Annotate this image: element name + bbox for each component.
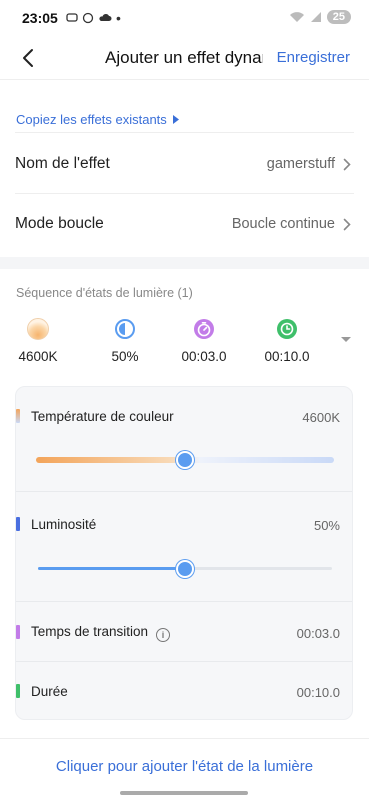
section-separator <box>0 257 369 269</box>
summary-transition-time: 00:03.0 <box>174 318 234 364</box>
transition-time-icon <box>194 319 214 339</box>
chevron-right-icon <box>343 218 351 230</box>
status-right: 25 <box>289 10 351 24</box>
transition-time-label-wrap: Temps de transition i <box>31 624 171 642</box>
notification-icons: • <box>66 10 121 26</box>
copy-effects-label: Copiez les effets existants <box>16 112 167 127</box>
summary-brightness: 50% <box>95 318 155 364</box>
whatsapp-icon <box>82 12 94 24</box>
summary-value: 50% <box>111 349 139 364</box>
summary-value: 00:10.0 <box>264 349 310 364</box>
brightness-row: Luminosité 50% <box>16 492 352 602</box>
dropdown-caret-icon[interactable] <box>339 332 353 346</box>
brightness-slider-thumb[interactable] <box>176 560 194 578</box>
color-temperature-value: 4600K <box>302 410 340 425</box>
color-temperature-row: Température de couleur 4600K <box>16 387 352 491</box>
transition-time-row[interactable]: Temps de transition i 00:03.0 <box>16 602 352 662</box>
loop-mode-label: Mode boucle <box>15 215 104 232</box>
chevron-left-icon <box>23 49 33 67</box>
battery-indicator: 25 <box>326 10 351 24</box>
duration-accent <box>16 684 20 698</box>
summary-value: 00:03.0 <box>181 349 227 364</box>
brightness-icon <box>115 319 135 339</box>
brightness-label: Luminosité <box>31 517 97 532</box>
duration-label: Durée <box>31 684 68 699</box>
loop-mode-value-wrap: Boucle continue <box>232 216 351 232</box>
brightness-value: 50% <box>313 518 340 533</box>
add-light-state-button[interactable]: Cliquer pour ajouter l'état de la lumièr… <box>0 758 369 775</box>
divider <box>15 132 354 133</box>
color-temperature-accent <box>16 409 20 423</box>
home-indicator[interactable] <box>120 791 248 795</box>
duration-clock-icon <box>277 319 297 339</box>
loop-mode-value: Boucle continue <box>231 216 335 232</box>
transition-time-value: 00:03.0 <box>296 626 340 641</box>
state-summary[interactable]: 4600K 50% 00:03.0 00:10.0 <box>0 318 369 372</box>
color-temperature-icon <box>27 318 49 340</box>
summary-value: 4600K <box>18 349 58 364</box>
message-icon <box>66 13 78 22</box>
page-title: Ajouter un effet dynamique <box>105 48 263 67</box>
transition-time-accent <box>16 625 20 639</box>
save-button[interactable]: Enregistrer <box>277 49 350 66</box>
summary-color-temperature: 4600K <box>8 318 68 364</box>
effect-name-label: Nom de l'effet <box>15 155 110 172</box>
divider <box>0 738 369 739</box>
caret-right-icon <box>172 115 179 124</box>
sequence-title: Séquence d'états de lumière (1) <box>16 286 193 300</box>
cloud-icon <box>99 14 112 21</box>
brightness-accent <box>16 517 20 531</box>
chevron-right-icon <box>343 158 351 170</box>
loop-mode-row[interactable]: Mode boucle Boucle continue <box>0 195 369 253</box>
effect-name-value-wrap: gamerstuff <box>267 156 351 172</box>
color-temperature-label: Température de couleur <box>31 409 174 424</box>
wifi-icon <box>289 12 304 22</box>
info-icon[interactable]: i <box>156 628 171 642</box>
transition-time-label: Temps de transition <box>31 624 149 639</box>
header: Ajouter un effet dynamique Enregistrer <box>0 36 369 80</box>
summary-duration: 00:10.0 <box>257 318 317 364</box>
back-button[interactable] <box>14 44 42 72</box>
signal-icon <box>310 12 321 22</box>
more-notifications-dot: • <box>116 10 121 26</box>
effect-name-row[interactable]: Nom de l'effet gamerstuff <box>0 135 369 193</box>
effect-name-value: gamerstuff <box>266 156 335 172</box>
color-temperature-slider-thumb[interactable] <box>176 451 194 469</box>
brightness-slider-fill <box>38 567 185 570</box>
duration-value: 00:10.0 <box>296 685 340 700</box>
status-time: 23:05 <box>22 10 58 26</box>
divider <box>15 193 354 194</box>
duration-row[interactable]: Durée 00:10.0 <box>16 662 352 719</box>
copy-effects-link[interactable]: Copiez les effets existants <box>16 112 179 127</box>
light-state-card: Température de couleur 4600K Luminosité … <box>15 386 353 720</box>
status-bar: 23:05 • 25 <box>0 0 369 36</box>
